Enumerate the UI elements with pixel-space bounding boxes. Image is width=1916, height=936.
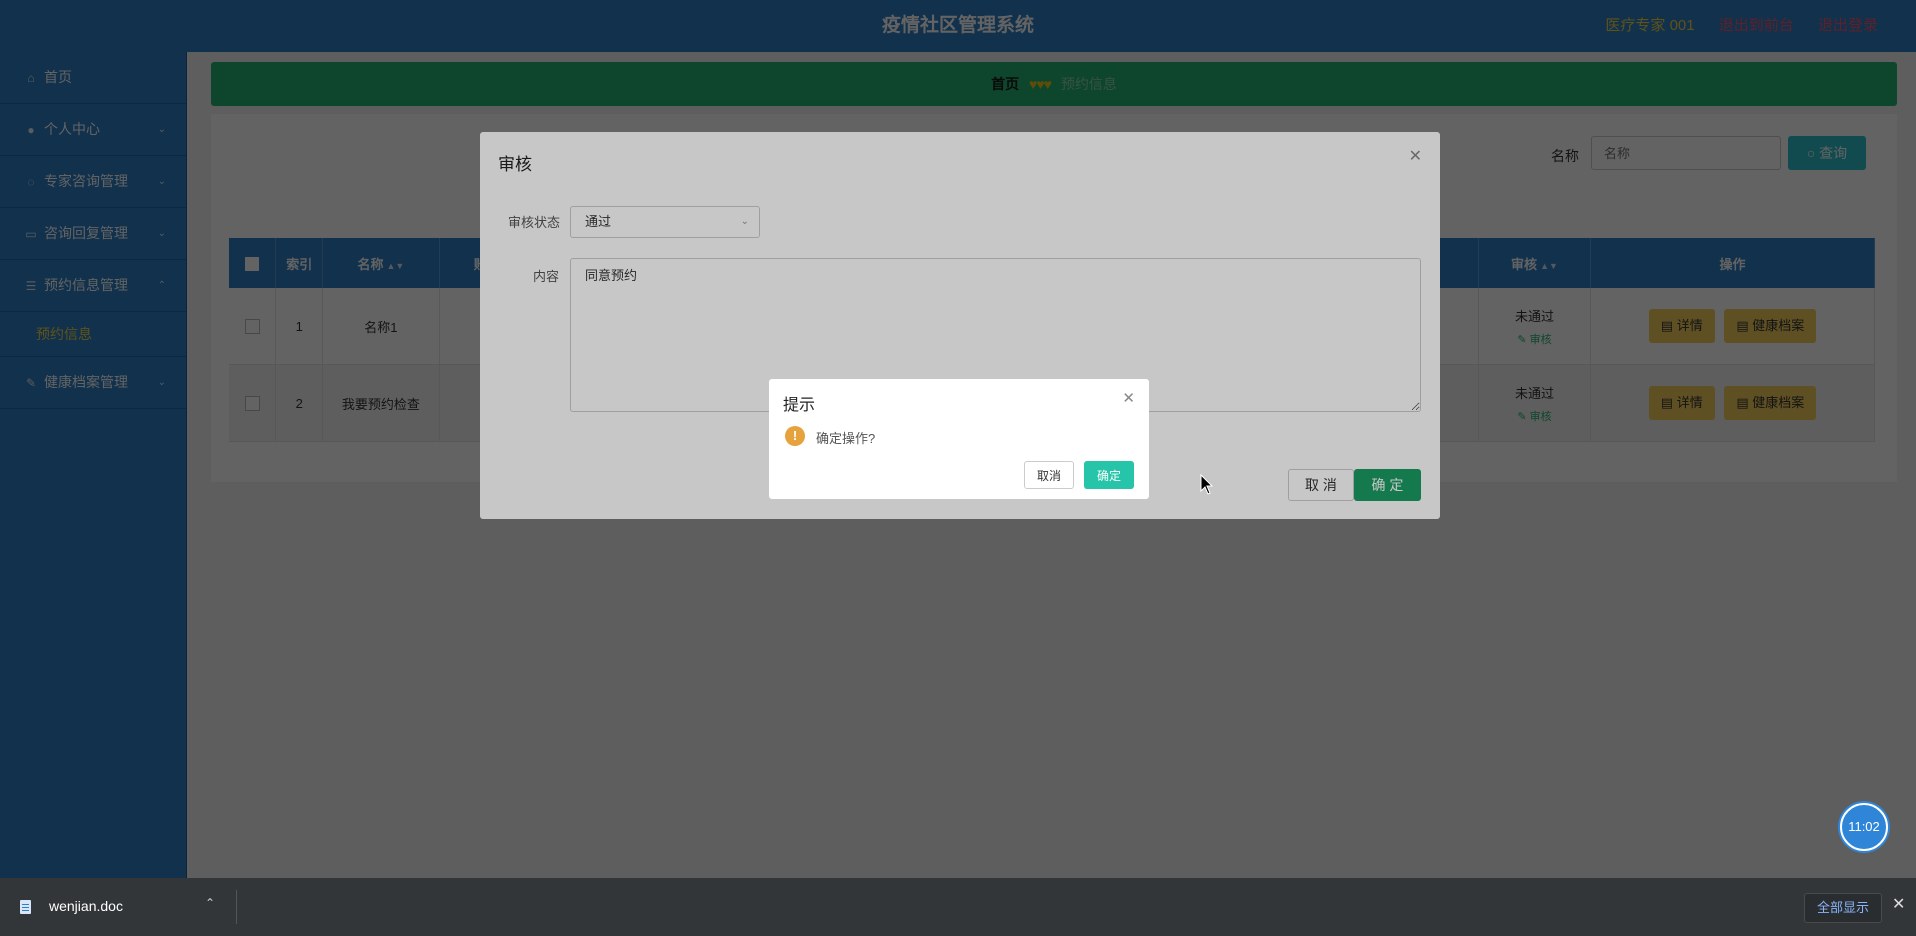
warning-icon: ! bbox=[785, 426, 805, 446]
message-cancel-button[interactable]: 取消 bbox=[1024, 461, 1074, 489]
message-title: 提示 bbox=[783, 397, 816, 414]
download-file-name[interactable]: wenjian.doc bbox=[49, 898, 123, 914]
divider bbox=[236, 890, 237, 924]
close-icon[interactable]: ✕ bbox=[1892, 894, 1905, 914]
chevron-up-icon[interactable]: ⌃ bbox=[205, 896, 215, 910]
close-icon[interactable]: ✕ bbox=[1122, 389, 1135, 407]
mouse-cursor-icon bbox=[1200, 474, 1214, 495]
clock-badge[interactable]: 11:02 bbox=[1840, 803, 1888, 851]
confirm-message-box: 提示 ✕ ! 确定操作? 取消 确定 bbox=[769, 379, 1149, 499]
download-bar: wenjian.doc ⌃ 全部显示 ✕ bbox=[0, 878, 1916, 936]
document-icon bbox=[20, 900, 31, 914]
message-text: 确定操作? bbox=[816, 431, 876, 446]
show-all-button[interactable]: 全部显示 bbox=[1804, 893, 1882, 923]
message-confirm-button[interactable]: 确定 bbox=[1084, 461, 1134, 489]
